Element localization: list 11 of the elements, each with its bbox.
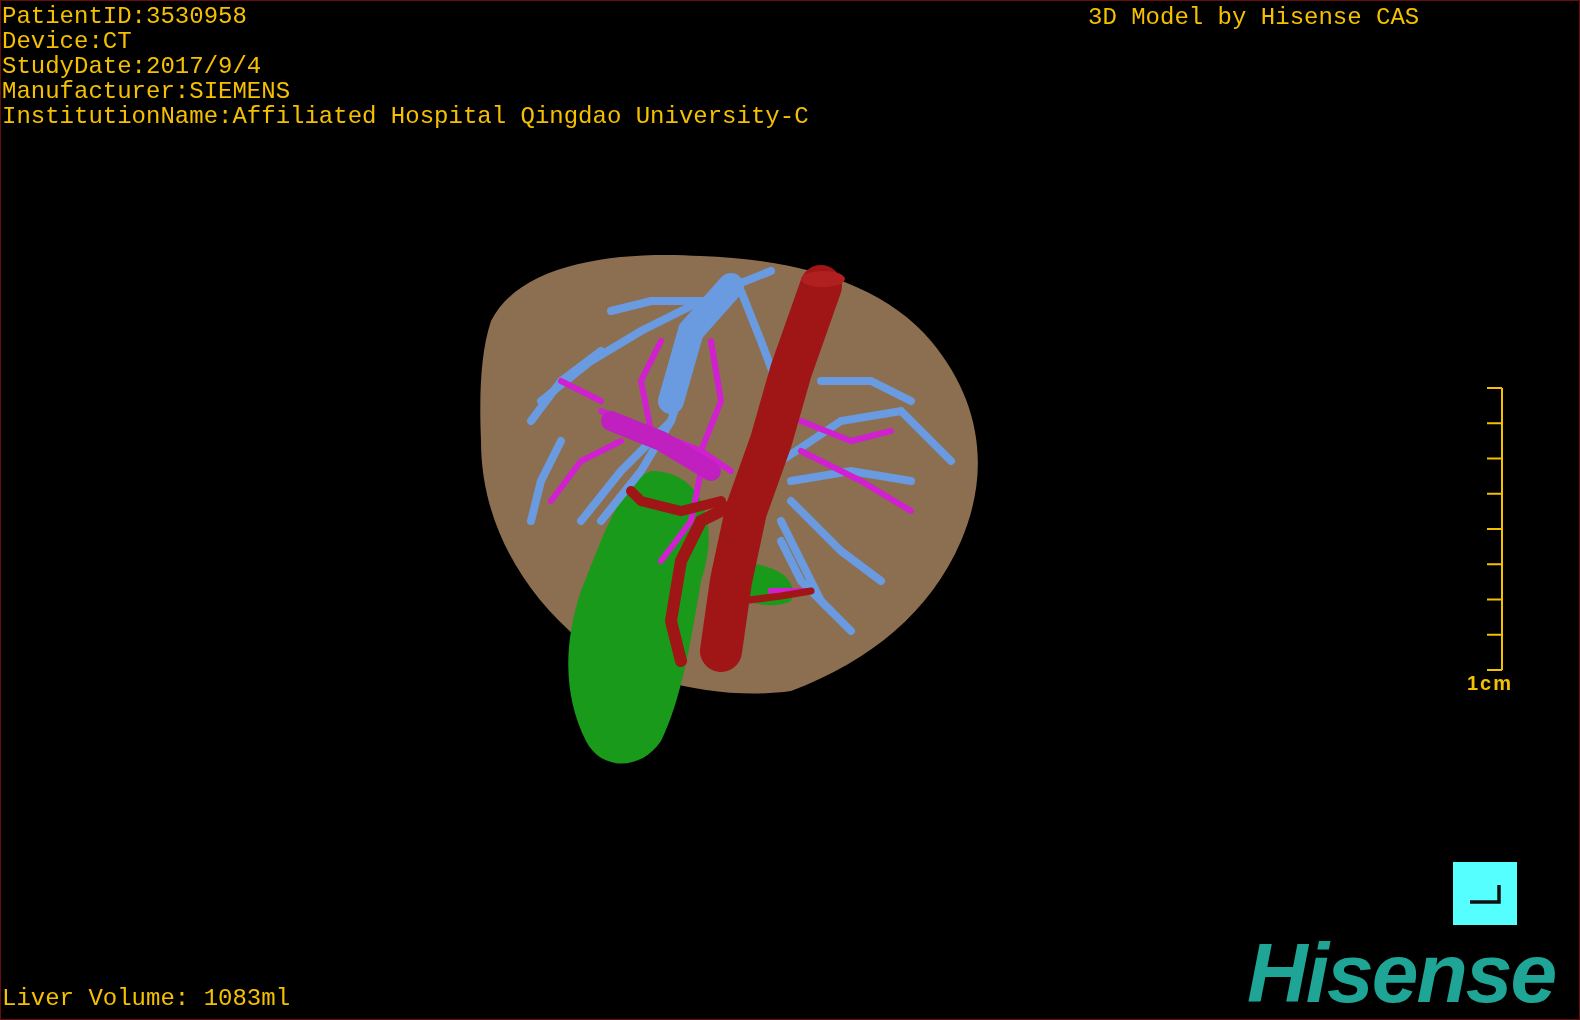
view-button[interactable] <box>1453 862 1517 925</box>
study-info-text: Device:CT <box>2 29 132 54</box>
liver-volume-text: Liver Volume: 1083ml <box>2 986 291 1011</box>
study-info-text: StudyDate:2017/9/4 <box>2 54 262 79</box>
logo: Hisense <box>1247 931 1556 1015</box>
corner-icon <box>1468 882 1502 905</box>
study-info-text: Manufacturer:SIEMENS <box>2 79 291 104</box>
model-caption: 3D Model by Hisense CAS <box>1088 5 1420 30</box>
study-info-text: PatientID:3530958 <box>2 4 247 29</box>
study-info-text: InstitutionName:Affiliated Hospital Qingdao University-C <box>2 104 809 129</box>
scale-label: 1cm <box>1466 673 1513 693</box>
